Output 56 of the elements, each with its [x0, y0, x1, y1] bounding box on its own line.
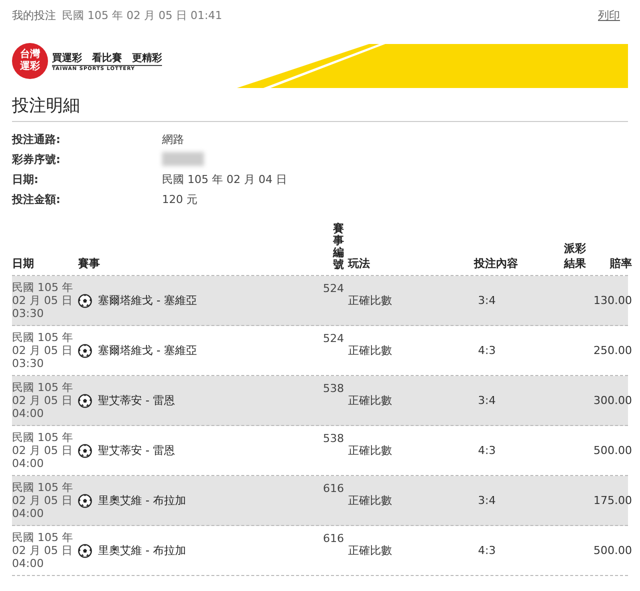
event-number: 538 [322, 432, 344, 446]
event-number: 524 [322, 282, 344, 296]
column-header: 玩法 [346, 256, 371, 272]
detail-value: 民國 105 年 02 月 04 日 [162, 172, 288, 187]
date-cell-text: 民國 105 年 02 月 05 日 03:30 [12, 281, 74, 320]
detail-label: 投注金額: [12, 192, 62, 207]
odds-value: 500.00 [592, 444, 632, 458]
column-header: 賽事編號 [333, 223, 344, 272]
timestamp: 民國 105 年 02 月 05 日 01:41 [62, 8, 222, 22]
event-name: 聖艾蒂安 - 雷恩 [98, 393, 175, 408]
column-header: 賠率 [608, 256, 632, 272]
bet-pick: 4:3 [477, 544, 497, 558]
event-number: 616 [322, 532, 344, 546]
bet-type: 正確比數 [347, 343, 393, 358]
page-title: 我的投注 [12, 8, 56, 22]
bet-type: 正確比數 [347, 293, 393, 308]
date-cell-text: 民國 105 年 02 月 05 日 04:00 [12, 481, 74, 520]
event-number: 616 [322, 482, 344, 496]
bet-pick: 4:3 [477, 344, 497, 358]
event-name: 里奧艾維 - 布拉加 [98, 493, 186, 508]
date-cell-text: 民國 105 年 02 月 05 日 03:30 [12, 331, 74, 370]
event-number: 538 [322, 382, 344, 396]
date-cell-text: 民國 105 年 02 月 05 日 04:00 [12, 431, 74, 470]
odds-value: 250.00 [592, 344, 632, 358]
column-header: 賽事 [78, 256, 101, 272]
bet-pick: 3:4 [477, 294, 497, 308]
bet-type: 正確比數 [347, 543, 393, 558]
bet-type: 正確比數 [347, 443, 393, 458]
date-cell-text: 民國 105 年 02 月 05 日 04:00 [12, 531, 74, 570]
detail-value: 120 元 [162, 192, 198, 207]
logo-slogan: 買運彩 看比賽 更精彩 [52, 50, 162, 66]
section-title: 投注明細 [12, 88, 628, 122]
event-name: 里奧艾維 - 布拉加 [98, 543, 186, 558]
bet-type: 正確比數 [347, 393, 393, 408]
detail-value: 網路 [162, 132, 185, 147]
detail-label: 日期: [12, 172, 40, 187]
bet-pick: 3:4 [477, 494, 497, 508]
date-cell-text: 民國 105 年 02 月 05 日 04:00 [12, 381, 74, 420]
print-link[interactable]: 列印 [598, 8, 620, 22]
odds-value: 300.00 [592, 394, 632, 408]
event-name: 塞爾塔維戈 - 塞維亞 [98, 293, 197, 308]
event-name: 聖艾蒂安 - 雷恩 [98, 443, 175, 458]
detail-label: 彩券序號: [12, 152, 62, 167]
odds-value: 130.00 [592, 294, 632, 308]
event-name: 塞爾塔維戈 - 塞維亞 [98, 343, 197, 358]
detail-label: 投注通路: [12, 132, 62, 147]
bet-pick: 3:4 [477, 394, 497, 408]
odds-value: 175.00 [592, 494, 632, 508]
bet-type: 正確比數 [347, 493, 393, 508]
column-header: 派彩結果 [564, 241, 586, 272]
logo-mark: 台灣運彩 [12, 43, 48, 79]
bet-pick: 4:3 [477, 444, 497, 458]
column-header: 投注內容 [474, 256, 519, 272]
event-number: 524 [322, 332, 344, 346]
column-header: 日期 [12, 256, 35, 272]
odds-value: 500.00 [592, 544, 632, 558]
